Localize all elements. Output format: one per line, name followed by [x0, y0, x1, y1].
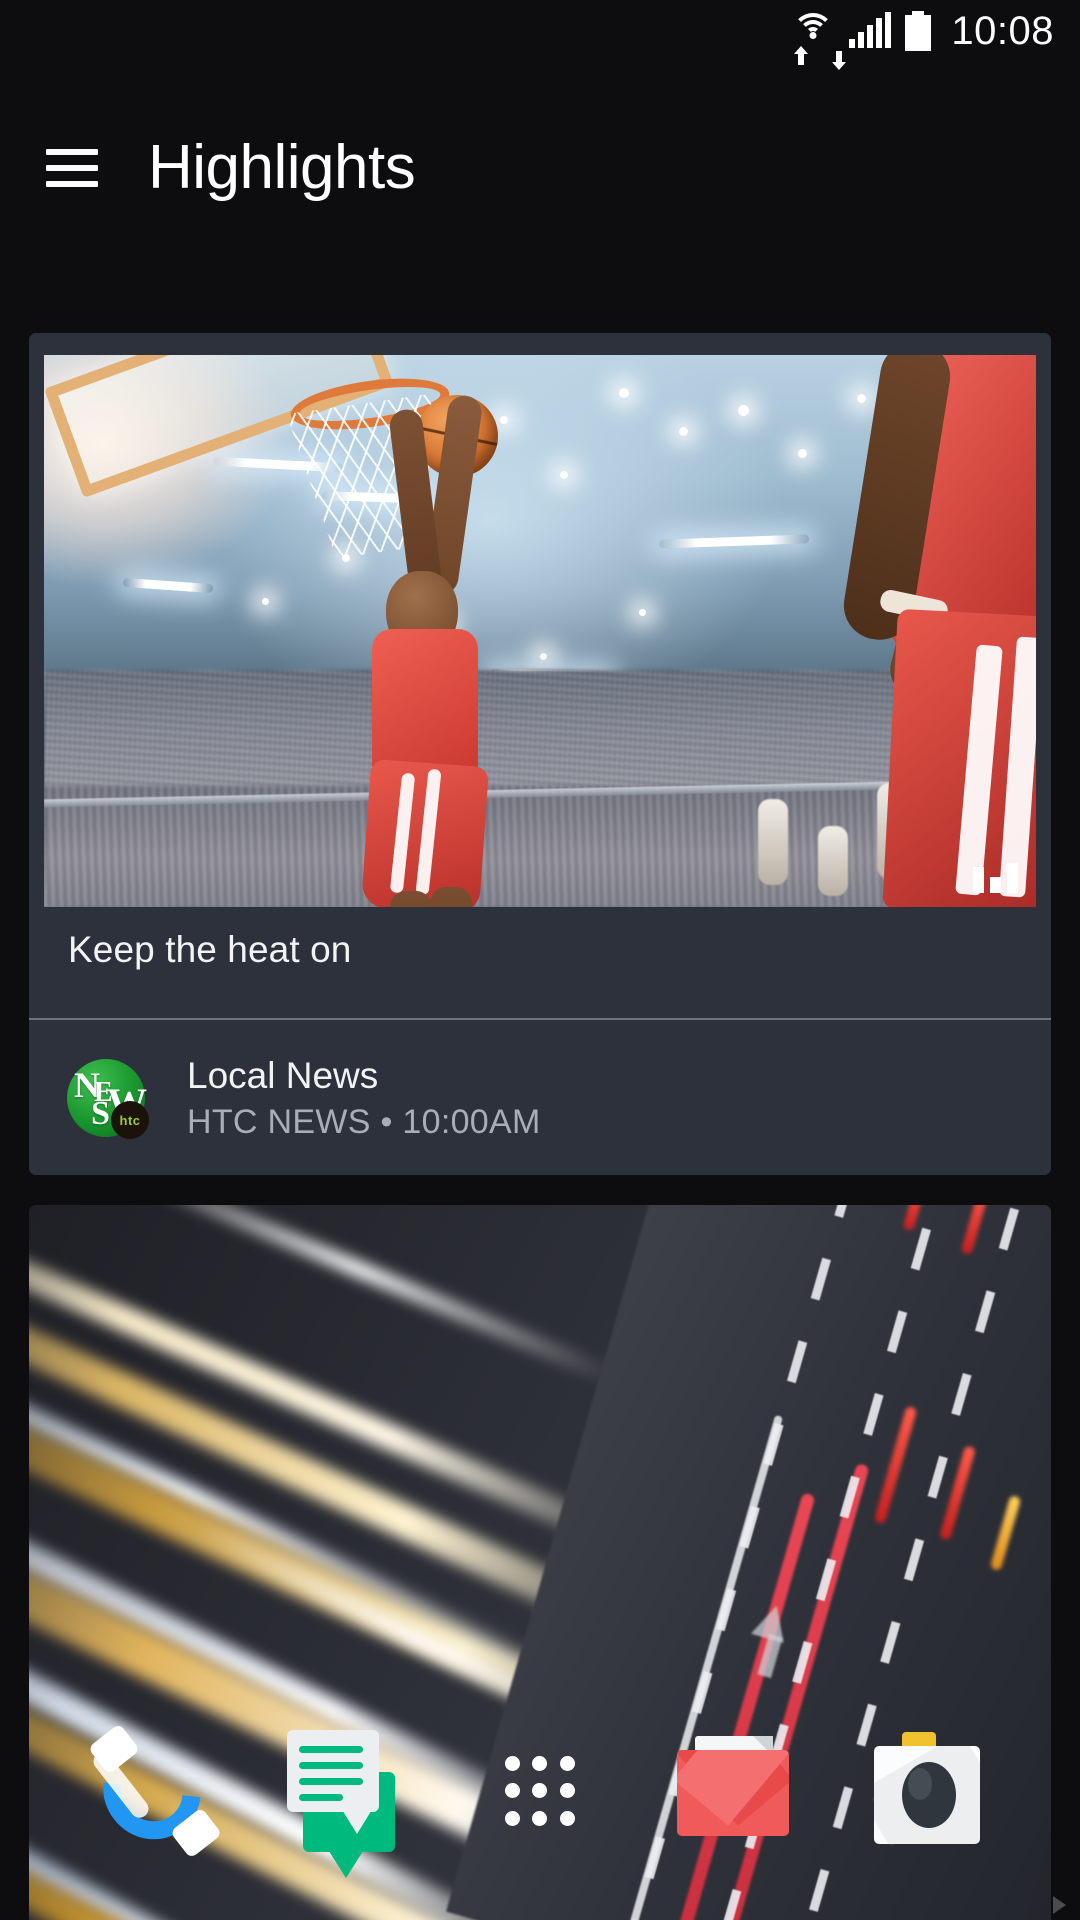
app-header: Highlights [0, 118, 1080, 218]
dock-item-camera[interactable] [862, 1726, 992, 1856]
news-card-image[interactable] [44, 355, 1036, 907]
news-source-row[interactable]: N E W S htc Local News HTC NEWS • 10:00A… [67, 1033, 1011, 1163]
cell-signal-icon [849, 12, 892, 48]
nav-hint-icon [1053, 1896, 1066, 1914]
htc-badge-label: htc [119, 1112, 141, 1128]
news-source-logo: N E W S htc [67, 1059, 149, 1139]
wifi-icon [791, 11, 847, 70]
dock [0, 1690, 1080, 1920]
player-figure [344, 391, 574, 907]
page-title: Highlights [148, 133, 416, 202]
news-source-meta: HTC NEWS • 10:00AM [187, 1102, 541, 1141]
card-divider [29, 1018, 1051, 1020]
bars-indicator [973, 857, 1018, 893]
battery-full-icon [905, 11, 932, 51]
status-bar: 10:08 [0, 0, 1080, 70]
dock-item-messages[interactable] [281, 1726, 411, 1878]
mail-icon [669, 1726, 799, 1856]
dock-item-phone[interactable] [83, 1721, 223, 1859]
messages-icon [281, 1726, 411, 1878]
app-drawer-icon [475, 1726, 605, 1856]
status-bar-clock: 10:08 [951, 8, 1054, 53]
htc-badge-icon: htc [111, 1101, 149, 1139]
hamburger-menu-icon[interactable] [46, 149, 98, 187]
camera-icon [862, 1726, 992, 1856]
dock-item-mail[interactable] [669, 1726, 799, 1856]
news-headline: Keep the heat on [68, 929, 352, 970]
home-screen: 10:08 Highlights Keep the heat on N E S … [0, 0, 1080, 1920]
phone-icon [83, 1721, 223, 1859]
dock-item-app-drawer[interactable] [475, 1726, 605, 1856]
news-card[interactable]: Keep the heat on N E W S htc Local News … [29, 333, 1051, 1175]
news-source-name: Local News [187, 1054, 379, 1096]
defender-figure [754, 355, 1036, 907]
